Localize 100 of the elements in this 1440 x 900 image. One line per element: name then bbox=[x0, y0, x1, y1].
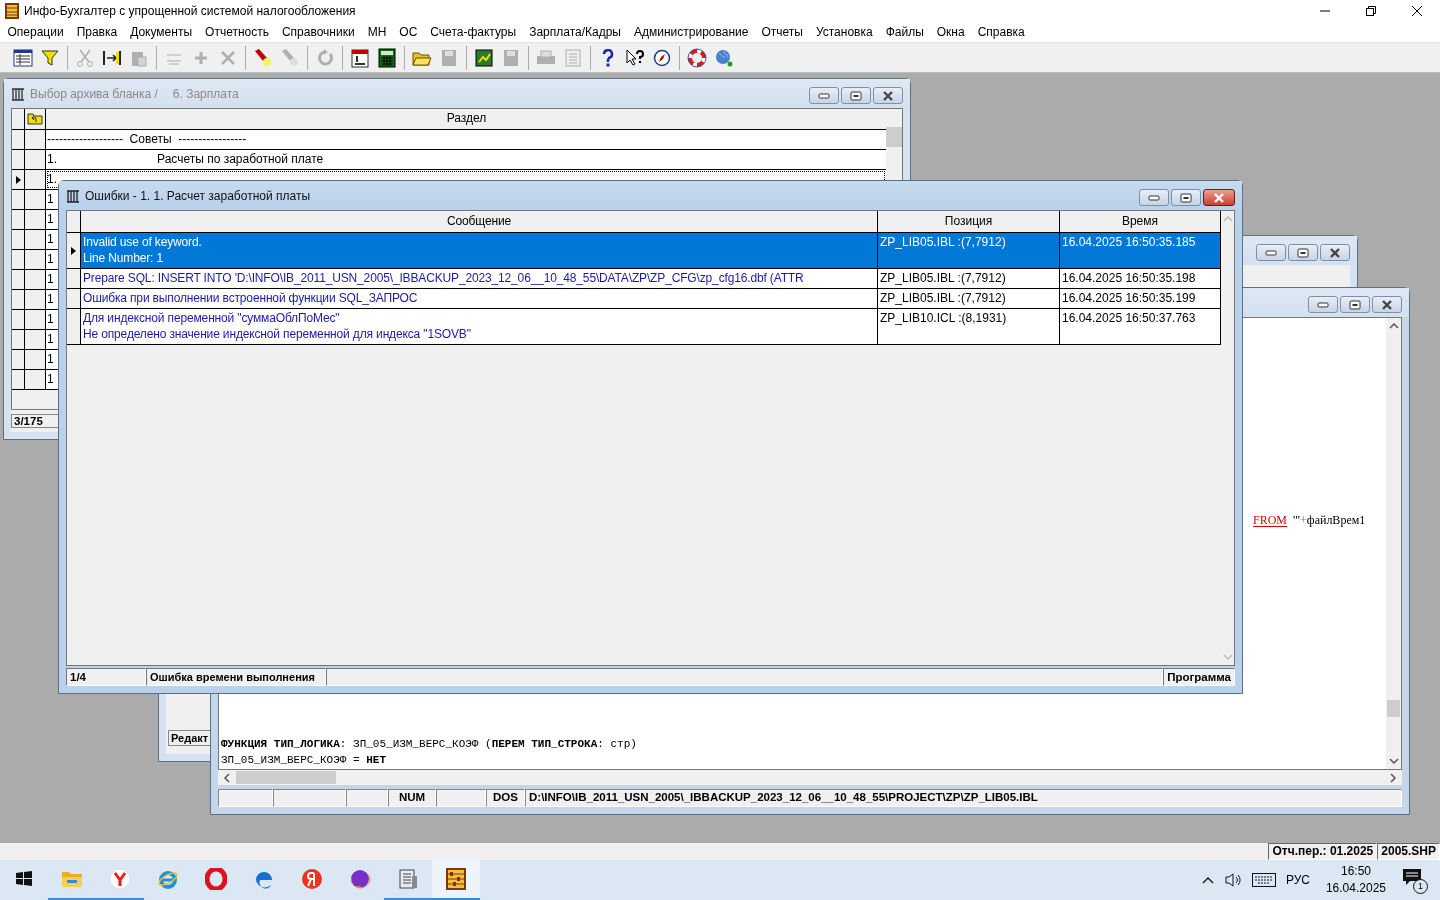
speaker-icon[interactable] bbox=[1223, 872, 1242, 888]
calculator-button[interactable] bbox=[375, 45, 399, 70]
table-cell: ZP_LIB05.IBL :(7,7912) bbox=[878, 289, 1060, 308]
close-icon bbox=[1380, 299, 1394, 310]
pointer-question-icon bbox=[625, 48, 645, 67]
scroll-thumb[interactable] bbox=[236, 771, 336, 784]
column-header[interactable]: Позиция bbox=[878, 211, 1060, 232]
row-header[interactable] bbox=[67, 309, 81, 344]
browser-icon bbox=[205, 868, 227, 890]
columns-icon bbox=[11, 86, 25, 101]
minimize-button[interactable] bbox=[1139, 189, 1169, 206]
globe-icon bbox=[714, 47, 734, 68]
language-indicator[interactable]: РУС bbox=[1285, 873, 1310, 887]
columns-icon bbox=[66, 188, 80, 203]
close-icon bbox=[1411, 5, 1423, 17]
error-row[interactable]: Prepare SQL: INSERT INTO 'D:\INFO\IB_2011_USN_2005\_IBBACKUP_2023_12_06__10_48_55\DATA\ZP\ZP_CFG\zp_cfg16.dbf (ATTR ZP_LIB05.IBL :(7,7912) 16.04.2025 16:50:35.198 bbox=[67, 269, 1221, 289]
status-cell: 2005.SHP bbox=[1377, 843, 1440, 860]
clock-time[interactable]: 16:50 bbox=[1340, 863, 1371, 880]
menu-item[interactable]: Справочники bbox=[275, 22, 362, 42]
abacus-icon bbox=[446, 868, 466, 890]
window-title: Инфо-Бухгалтер с упрощенной системой налогообложения bbox=[24, 4, 356, 18]
calendar-icon bbox=[351, 47, 369, 68]
close-icon bbox=[881, 90, 895, 101]
status-cell: D:\INFO\IB_2011_USN_2005\_IBBACKUP_2023_12_06__10_48_55\PROJECT\ZP\ZP_LIB05.IBL bbox=[525, 789, 1402, 807]
menu-item[interactable]: Отчеты bbox=[754, 22, 810, 42]
spreadsheet-icon bbox=[475, 48, 493, 67]
status-cell: Редакт bbox=[168, 730, 212, 746]
keyboard-icon[interactable] bbox=[1251, 873, 1276, 887]
table-cell: Для индексной переменной "суммаОблПоМес" Не определено значение индексной переменной для индекса "1SOVB" bbox=[81, 309, 878, 344]
error-row[interactable]: Для индексной переменной "суммаОблПоМес" Не определено значение индексной переменной для индекса "1SOVB" ZP_LIB10.ICL :(8,1931) 16.04.2025 16:50:37.763 bbox=[67, 309, 1221, 345]
cross-icon bbox=[221, 50, 235, 65]
column-header[interactable]: Сообщение bbox=[81, 211, 878, 232]
table-cell[interactable]: 1. Расчеты по заработной плате bbox=[46, 150, 886, 169]
row-header[interactable] bbox=[67, 269, 81, 288]
close-button[interactable] bbox=[1203, 189, 1235, 206]
status-cell bbox=[218, 789, 273, 807]
scroll-down-icon[interactable] bbox=[1388, 757, 1399, 765]
plus-icon bbox=[194, 50, 208, 65]
restore-icon bbox=[1180, 192, 1192, 203]
chevron-up-icon[interactable] bbox=[1201, 876, 1214, 884]
error-row[interactable]: Invalid use of keyword. Line Number: 1 ZP_LIB05.IBL :(7,7912) 16.04.2025 16:50:35.185 bbox=[67, 233, 1221, 269]
scissors-icon bbox=[76, 48, 94, 67]
menu-item[interactable]: Справка bbox=[971, 22, 1032, 42]
status-cell: Отч.пер.: 01.2025 bbox=[1268, 843, 1378, 860]
menu-item[interactable]: МН bbox=[361, 22, 393, 42]
calculator-icon bbox=[378, 47, 396, 68]
menu-item[interactable]: Правка bbox=[70, 22, 124, 42]
close-icon bbox=[1328, 247, 1342, 258]
menu-item[interactable]: Зарплата/Кадры bbox=[522, 22, 628, 42]
close-icon bbox=[1212, 192, 1226, 203]
table-cell[interactable]: ------------------- Советы ----------------- bbox=[46, 130, 886, 149]
error-row[interactable]: Ошибка при выполнении встроенной функции SQL_ЗАПРОС ZP_LIB05.IBL :(7,7912) 16.04.2025 16:50:35.199 bbox=[67, 289, 1221, 309]
lifebuoy-button[interactable] bbox=[685, 45, 709, 70]
menu-item[interactable]: ОС bbox=[392, 22, 424, 42]
menu-item[interactable]: Операции bbox=[1, 22, 71, 42]
menu-item[interactable]: Установка bbox=[809, 22, 880, 42]
restore-icon bbox=[850, 90, 862, 101]
table-cell: ZP_LIB05.IBL :(7,7912) bbox=[878, 269, 1060, 288]
printer-icon bbox=[536, 49, 556, 66]
window-title: Выбор архива бланка / bbox=[30, 86, 158, 101]
restore-icon bbox=[1349, 299, 1361, 310]
menu-item[interactable]: Файлы bbox=[879, 22, 931, 42]
status-cell: Ошибка времени выполнения bbox=[146, 668, 326, 686]
arrows-icon bbox=[102, 48, 122, 67]
menu-item[interactable]: Отчетность bbox=[198, 22, 276, 42]
browser-icon bbox=[109, 868, 131, 890]
table-cell: Ошибка при выполнении встроенной функции SQL_ЗАПРОС bbox=[81, 289, 878, 308]
window-title: 6. Зарплата bbox=[172, 86, 239, 101]
column-header[interactable] bbox=[25, 109, 46, 129]
table-icon bbox=[13, 48, 33, 67]
menu-item[interactable]: Окна bbox=[930, 22, 972, 42]
horizontal-scrollbar[interactable] bbox=[218, 770, 1402, 785]
table-cell: ZP_LIB10.ICL :(8,1931) bbox=[878, 309, 1060, 344]
taskbar-app[interactable] bbox=[432, 860, 480, 900]
browser-icon bbox=[349, 868, 371, 890]
code-line: ФУНКЦИЯ ТИП_ЛОГИКА: ЗП_05_ИЗМ_ВЕРС_КОЭФ (ПЕРЕМ ТИП_СТРОКА: стр) bbox=[221, 737, 637, 752]
folder-up-icon bbox=[27, 113, 43, 125]
notifications-button[interactable]: 1 bbox=[1402, 866, 1428, 894]
folder-icon bbox=[61, 869, 83, 889]
status-cell: NUM bbox=[388, 789, 436, 807]
minimize-icon bbox=[1148, 194, 1160, 201]
status-cell: Программа bbox=[1163, 668, 1235, 686]
scroll-left-icon[interactable] bbox=[223, 772, 231, 783]
abacus-icon bbox=[5, 3, 19, 19]
vertical-scrollbar[interactable] bbox=[1386, 318, 1401, 769]
scroll-thumb[interactable] bbox=[1387, 700, 1400, 717]
menu-item[interactable]: Документы bbox=[123, 22, 199, 42]
scroll-right-icon[interactable] bbox=[1389, 772, 1397, 783]
windows-start-icon bbox=[15, 870, 33, 888]
code-line: FROM '"+файлВрем1 bbox=[1253, 512, 1366, 528]
compass-icon bbox=[653, 48, 671, 67]
menu-item[interactable]: Администрирование bbox=[627, 22, 755, 42]
status-cell bbox=[346, 789, 388, 807]
row-header[interactable] bbox=[67, 233, 81, 268]
clock-date[interactable]: 16.04.2025 bbox=[1325, 880, 1386, 897]
record-counter: 1/4 bbox=[66, 668, 146, 686]
row-header[interactable] bbox=[67, 289, 81, 308]
scroll-up-icon[interactable] bbox=[1388, 322, 1399, 330]
menu-item[interactable]: Счета-фактуры bbox=[423, 22, 523, 42]
filter-icon bbox=[41, 48, 59, 67]
